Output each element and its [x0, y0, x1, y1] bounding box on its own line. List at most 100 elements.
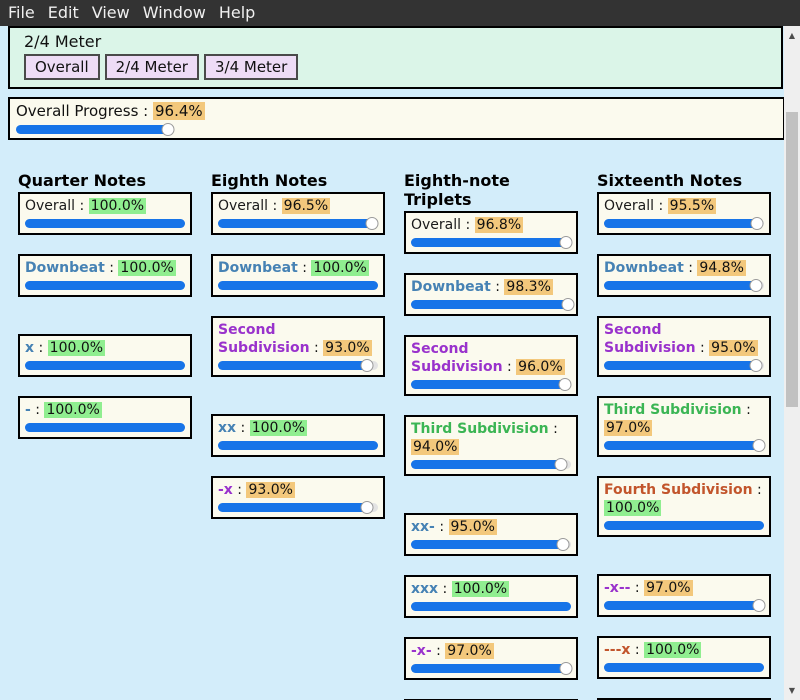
- progress-fill: [411, 664, 567, 673]
- slider-handle: [749, 279, 763, 292]
- card-text: Downbeat : 100.0%: [25, 259, 185, 277]
- card-text: xxx : 100.0%: [411, 580, 571, 598]
- menu-item-window[interactable]: Window: [143, 0, 206, 26]
- card-text: Second Subdivision : 93.0%: [218, 321, 378, 357]
- menu-item-help[interactable]: Help: [219, 0, 255, 26]
- card-text: -x : 93.0%: [218, 481, 378, 499]
- progress-bar: [411, 298, 575, 311]
- card-value: 100.0%: [604, 500, 662, 516]
- card-text: Overall : 95.5%: [604, 197, 764, 215]
- tab-3-4-meter[interactable]: 3/4 Meter: [203, 54, 299, 80]
- card-separator: :: [434, 519, 449, 535]
- progress-bar: [25, 219, 185, 228]
- progress-card: - : 100.0%: [18, 396, 192, 439]
- card-value: 97.0%: [644, 580, 693, 596]
- card-separator: :: [34, 340, 48, 356]
- slider-handle: [559, 662, 573, 675]
- progress-fill: [218, 503, 367, 512]
- progress-card: Downbeat : 94.8%: [597, 254, 771, 297]
- progress-card: Second Subdivision : 96.0%: [404, 335, 578, 396]
- overall-progress-label: Overall Progress: [16, 102, 139, 120]
- card-text: Overall : 100.0%: [25, 197, 185, 215]
- menu-item-file[interactable]: File: [8, 0, 35, 26]
- progress-card: Downbeat : 100.0%: [18, 254, 192, 297]
- card-text: Third Subdivision : 97.0%: [604, 401, 764, 437]
- page-title: 2/4 Meter: [24, 32, 102, 51]
- progress-card: Downbeat : 98.3%: [404, 273, 578, 316]
- card-value: 95.0%: [448, 519, 497, 535]
- progress-fill: [411, 300, 569, 309]
- scrollbar-thumb[interactable]: [786, 112, 798, 407]
- card-separator: :: [630, 580, 645, 596]
- column-title: Quarter Notes: [18, 171, 147, 190]
- scroll-down-icon[interactable]: ▼: [784, 684, 800, 697]
- card-text: Downbeat : 100.0%: [218, 259, 378, 277]
- menu-item-edit[interactable]: Edit: [48, 0, 79, 26]
- progress-card: xxx : 100.0%: [404, 575, 578, 618]
- progress-bar: [411, 538, 571, 551]
- overall-progress-card: Overall Progress : 96.4%: [8, 97, 785, 140]
- meter-panel: 2/4 Meter Overall 2/4 Meter 3/4 Meter: [8, 26, 783, 89]
- progress-fill: [604, 219, 757, 228]
- slider-handle: [360, 501, 374, 514]
- card-separator: :: [741, 402, 751, 418]
- progress-bar: [218, 359, 378, 372]
- progress-fill: [25, 281, 185, 290]
- progress-bar: [604, 599, 766, 612]
- card-value: 100.0%: [88, 198, 147, 214]
- card-text: x : 100.0%: [25, 339, 185, 357]
- progress-fill: [218, 219, 373, 228]
- progress-bar: [604, 217, 764, 230]
- progress-bar: [25, 281, 185, 290]
- progress-fill: [25, 219, 185, 228]
- progress-fill: [411, 238, 566, 247]
- progress-fill: [604, 361, 756, 370]
- card-separator: :: [297, 260, 312, 276]
- slider-handle: [556, 538, 570, 551]
- slider-handle: [749, 359, 763, 372]
- progress-card: Third Subdivision : 94.0%: [404, 415, 578, 476]
- progress-fill: [604, 441, 760, 450]
- tab-overall[interactable]: Overall: [24, 54, 100, 80]
- card-text: Downbeat : 94.8%: [604, 259, 764, 277]
- progress-card: Second Subdivision : 93.0%: [211, 316, 385, 377]
- card-separator: :: [654, 198, 668, 214]
- tab-2-4-meter[interactable]: 2/4 Meter: [104, 54, 199, 80]
- card-value: 95.0%: [709, 340, 758, 356]
- overall-separator: :: [138, 102, 153, 120]
- card-label: Overall: [25, 198, 76, 214]
- card-text: Downbeat : 98.3%: [411, 278, 571, 296]
- card-value: 100.0%: [44, 402, 102, 418]
- progress-fill: [604, 663, 764, 672]
- progress-card: -x : 93.0%: [211, 476, 385, 519]
- progress-bar: [604, 439, 766, 452]
- card-label: Third Subdivision: [411, 421, 549, 437]
- vertical-scrollbar[interactable]: ▲ ▼: [784, 26, 800, 700]
- card-text: ---x : 100.0%: [604, 641, 764, 659]
- card-text: -x- : 97.0%: [411, 642, 571, 660]
- progress-bar: [25, 423, 185, 432]
- progress-fill: [25, 423, 185, 432]
- progress-fill: [411, 460, 562, 469]
- progress-bar: [25, 361, 185, 370]
- card-value: 100.0%: [118, 260, 176, 276]
- card-value: 100.0%: [249, 420, 308, 436]
- card-separator: :: [752, 482, 762, 498]
- overall-bar-fill: [16, 125, 169, 134]
- column-title: Sixteenth Notes: [597, 171, 743, 190]
- card-value: 100.0%: [47, 340, 106, 356]
- progress-card: Second Subdivision : 95.0%: [597, 316, 771, 377]
- overall-progress-value: 96.4%: [152, 102, 205, 120]
- slider-handle: [360, 359, 374, 372]
- menu-item-view[interactable]: View: [92, 0, 130, 26]
- progress-card: Overall : 95.5%: [597, 192, 771, 235]
- card-label: -x: [218, 482, 233, 498]
- card-separator: :: [30, 402, 45, 418]
- columns: Quarter Notes Overall : 100.0% Downbeat : …: [18, 171, 771, 700]
- scroll-up-icon[interactable]: ▲: [784, 29, 800, 42]
- card-label: Downbeat: [25, 260, 105, 276]
- card-separator: :: [630, 642, 645, 658]
- progress-fill: [411, 602, 571, 611]
- card-text: Overall : 96.8%: [411, 216, 571, 234]
- slider-handle: [559, 236, 573, 249]
